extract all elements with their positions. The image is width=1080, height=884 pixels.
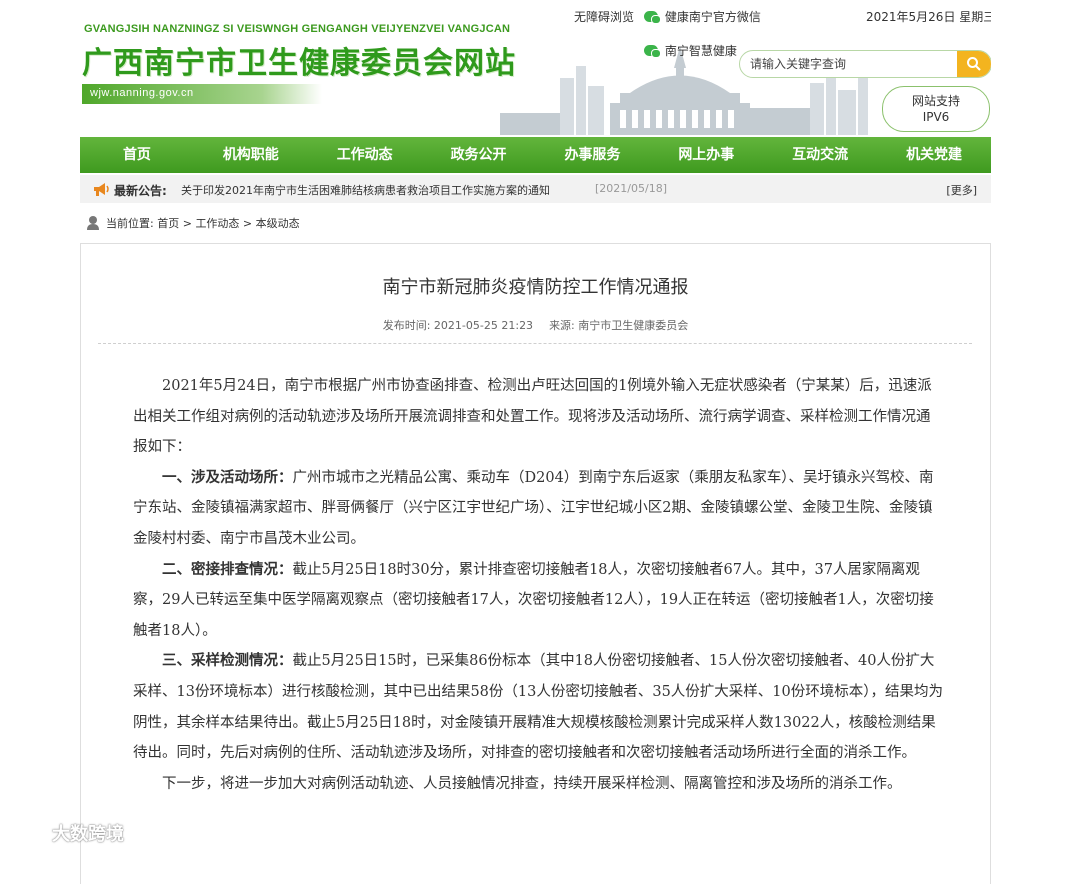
announcement-label: 最新公告: [114, 184, 167, 198]
announcement-more-link[interactable]: [更多] [946, 182, 977, 198]
wechat-icon [644, 45, 661, 58]
nav-government-affairs[interactable]: 政务公开 [422, 137, 536, 173]
paragraph-lead: 二、密接排查情况： [162, 560, 293, 578]
announcement-bar: 最新公告: 关于印发2021年南宁市生活困难肺结核病患者救治项目工作实施方案的通… [80, 175, 991, 203]
article-paragraph: 2021年5月24日，南宁市根据广州市协查函排查、检测出卢旺达回国的1例境外输入… [133, 378, 932, 456]
nav-party-building[interactable]: 机关党建 [877, 137, 991, 173]
nav-work-news[interactable]: 工作动态 [308, 137, 422, 173]
breadcrumb-separator: > [179, 217, 196, 230]
watermark: 大数跨境 [8, 820, 124, 846]
watermark-text: 大数跨境 [52, 824, 124, 845]
announcement-date: [2021/05/18] [595, 182, 667, 195]
search-box [739, 50, 991, 78]
nav-online-services[interactable]: 网上办事 [649, 137, 763, 173]
breadcrumb-home[interactable]: 首页 [157, 217, 179, 230]
accessibility-link[interactable]: 无障碍浏览 [574, 8, 634, 25]
nav-org-functions[interactable]: 机构职能 [194, 137, 308, 173]
smart-health-link[interactable]: 南宁智慧健康 [644, 42, 737, 59]
article-panel: 南宁市新冠肺炎疫情防控工作情况通报 发布时间: 2021-05-25 21:23… [80, 243, 991, 884]
breadcrumb-separator: > [239, 217, 256, 230]
nav-home[interactable]: 首页 [80, 137, 194, 173]
ipv6-badge: 网站支持 IPV6 [882, 86, 990, 132]
announcement-link[interactable]: 关于印发2021年南宁市生活困难肺结核病患者救治项目工作实施方案的通知 [181, 182, 550, 198]
page: GVANGJSIH NANZNINGZ SI VEISWNGH GENGANGH… [80, 0, 991, 884]
site-domain: wjw.nanning.gov.cn [90, 87, 194, 99]
site-title[interactable]: 广西南宁市卫生健康委员会网站 [82, 38, 516, 82]
wechat-icon [644, 11, 661, 24]
megaphone-icon [94, 183, 109, 196]
article-paragraph: 二、密接排查情况：截止5月25日18时30分，累计排查密切接触者18人，次密切接… [133, 560, 934, 639]
location-pin-icon [87, 216, 99, 230]
wechat-link-label: 健康南宁官方微信 [664, 10, 761, 24]
article-paragraph: 三、采样检测情况：截止5月25日15时，已采集86份标本（其中18人份密切接触者… [133, 652, 943, 762]
article-body: 2021年5月24日，南宁市根据广州市协查函排查、检测出卢旺达回国的1例境外输入… [133, 371, 943, 799]
paragraph-lead: 一、涉及活动场所： [162, 468, 293, 486]
domain-bar: wjw.nanning.gov.cn [82, 84, 322, 104]
article-divider [98, 343, 972, 344]
current-date: 2021年5月26日 星期三 [866, 10, 991, 24]
breadcrumb-prefix: 当前位置: [106, 217, 154, 230]
nav-interaction[interactable]: 互动交流 [763, 137, 877, 173]
watermark-logo-icon [9, 823, 44, 843]
search-button[interactable] [957, 51, 991, 77]
article-paragraph: 下一步，将进一步加大对病例活动轨迹、人员接触情况排查，持续开展采样检测、隔离管控… [162, 775, 902, 792]
search-icon [967, 57, 981, 71]
search-input[interactable] [750, 55, 950, 73]
ipv6-line1: 网站支持 [911, 94, 960, 108]
breadcrumb-local-news[interactable]: 本级动态 [256, 217, 300, 230]
paragraph-lead: 三、采样检测情况： [162, 652, 293, 670]
site-header: GVANGJSIH NANZNINGZ SI VEISWNGH GENGANGH… [80, 0, 991, 135]
ipv6-line2: IPV6 [922, 110, 950, 124]
breadcrumb-work-news[interactable]: 工作动态 [195, 217, 239, 230]
article-source: 来源: 南宁市卫生健康委员会 [549, 319, 689, 332]
main-nav: 首页 机构职能 工作动态 政务公开 办事服务 网上办事 互动交流 机关党建 [80, 137, 991, 173]
site-pinyin-title: GVANGJSIH NANZNINGZ SI VEISWNGH GENGANGH… [84, 23, 511, 35]
article-paragraph: 一、涉及活动场所：广州市城市之光精品公寓、乘动车（D204）到南宁东后返家（乘朋… [133, 468, 934, 547]
breadcrumb: 当前位置: 首页 > 工作动态 > 本级动态 [86, 215, 300, 231]
smart-health-label: 南宁智慧健康 [664, 44, 737, 58]
wechat-link[interactable]: 健康南宁官方微信 [644, 8, 761, 25]
article-meta: 发布时间: 2021-05-25 21:23 来源: 南宁市卫生健康委员会 [81, 317, 990, 333]
nav-services[interactable]: 办事服务 [536, 137, 650, 173]
article-publish-time: 发布时间: 2021-05-25 21:23 [382, 319, 534, 332]
article-title: 南宁市新冠肺炎疫情防控工作情况通报 [382, 277, 689, 298]
